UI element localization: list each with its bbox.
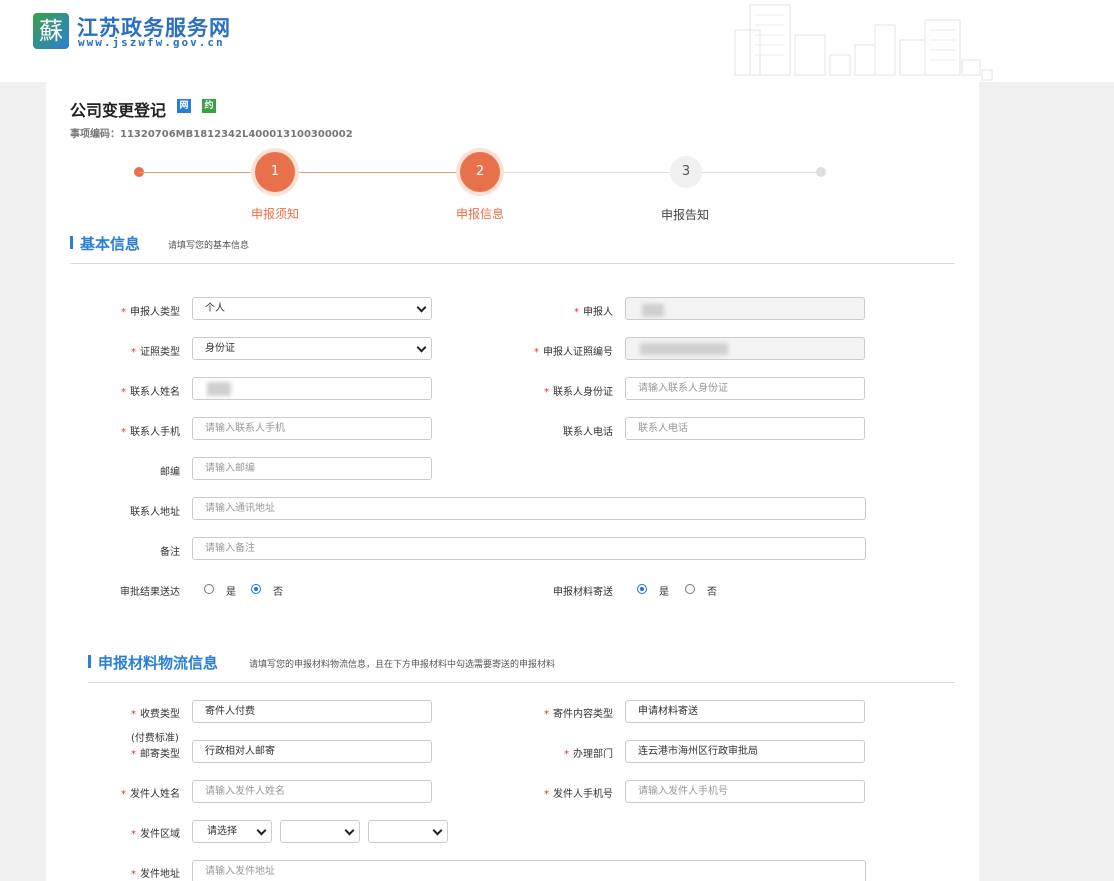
cert-type-select[interactable]: 身份证 xyxy=(192,337,432,360)
contact-mobile-input[interactable]: 请输入联系人手机 xyxy=(192,417,432,440)
sender-mobile-input[interactable]: 请输入发件人手机号 xyxy=(625,780,865,803)
step-1-label: 申报须知 xyxy=(251,207,300,221)
skyline-decoration xyxy=(734,4,993,81)
city-select[interactable] xyxy=(280,820,360,843)
content-type-label: * 寄件内容类型 xyxy=(544,709,613,720)
fee-type-input[interactable]: 寄件人付费 xyxy=(192,700,432,723)
redacted-applicant xyxy=(642,304,664,317)
basic-info-title: 基本信息 xyxy=(80,235,141,253)
contact-phone-input[interactable]: 联系人电话 xyxy=(625,417,865,440)
sender-name-label: * 发件人姓名 xyxy=(121,789,180,800)
material-mailing-no-radio[interactable] xyxy=(685,584,695,594)
result-delivery-yes-label: 是 xyxy=(226,587,236,598)
section-divider xyxy=(88,682,955,683)
fee-type-label: * 收费类型 xyxy=(131,709,180,720)
appointment-badge: 约 xyxy=(202,99,216,113)
postcode-input[interactable]: 请输入邮编 xyxy=(192,457,432,480)
applicant-label: * 申报人 xyxy=(574,307,613,318)
contact-mobile-label: * 联系人手机 xyxy=(121,427,180,438)
postcode-label: 邮编 xyxy=(160,467,180,478)
section-marker xyxy=(70,236,73,249)
online-badge: 网 xyxy=(177,99,191,113)
material-mailing-yes-radio[interactable] xyxy=(637,584,647,594)
mail-type-label: * 邮寄类型 xyxy=(131,749,180,760)
contact-id-input[interactable]: 请输入联系人身份证 xyxy=(625,377,865,400)
applicant-type-label: * 申报人类型 xyxy=(121,307,180,318)
content-type-input[interactable]: 申请材料寄送 xyxy=(625,700,865,723)
step-line-done xyxy=(139,172,480,173)
page-title: 公司变更登记 xyxy=(70,101,167,120)
logistics-title: 申报材料物流信息 xyxy=(98,654,219,672)
sender-mobile-label: * 发件人手机号 xyxy=(544,789,613,800)
contact-phone-label: 联系人电话 xyxy=(563,427,613,438)
site-header: 蘇 江苏政务服务网 www.jszwfw.gov.cn xyxy=(0,0,1114,82)
section-divider xyxy=(70,263,955,264)
remark-label: 备注 xyxy=(160,547,180,558)
material-mailing-no-label: 否 xyxy=(707,587,717,598)
logistics-hint: 请填写您的申报材料物流信息，且在下方申报材料中勾选需要寄送的申报材料 xyxy=(249,660,556,670)
step-end-dot xyxy=(816,167,826,177)
material-mailing-yes-label: 是 xyxy=(659,587,669,598)
step-1-circle: 1 xyxy=(255,152,295,192)
sender-address-label: * 发件地址 xyxy=(131,869,180,880)
material-mailing-label: 申报材料寄送 xyxy=(553,587,613,598)
dept-label: * 办理部门 xyxy=(564,749,613,760)
result-delivery-label: 审批结果送达 xyxy=(120,587,180,598)
basic-info-hint: 请填写您的基本信息 xyxy=(168,241,250,251)
step-line-todo xyxy=(480,172,820,173)
step-2-label: 申报信息 xyxy=(456,207,505,221)
section-marker xyxy=(88,655,91,668)
result-delivery-yes-radio[interactable] xyxy=(204,584,214,594)
contact-id-label: * 联系人身份证 xyxy=(544,387,613,398)
province-select[interactable]: 请选择 xyxy=(192,820,272,843)
site-logo-icon[interactable]: 蘇 xyxy=(33,13,69,49)
fee-standard-link[interactable]: (付费标准) xyxy=(131,729,179,744)
mail-type-input[interactable]: 行政相对人邮寄 xyxy=(192,740,432,763)
sender-name-input[interactable]: 请输入发件人姓名 xyxy=(192,780,432,803)
site-url: www.jszwfw.gov.cn xyxy=(78,36,225,49)
cert-no-label: * 申报人证照编号 xyxy=(534,347,613,358)
step-2-circle: 2 xyxy=(460,152,500,192)
item-code: 事项编码：11320706MB1812342L400013100300002 xyxy=(70,129,353,140)
district-select[interactable] xyxy=(368,820,448,843)
sender-address-input[interactable]: 请输入发件地址 xyxy=(192,860,866,881)
remark-input[interactable]: 请输入备注 xyxy=(192,537,866,560)
address-label: 联系人地址 xyxy=(130,507,180,518)
redacted-cert-no xyxy=(640,343,728,355)
address-input[interactable]: 请输入通讯地址 xyxy=(192,497,866,520)
result-delivery-no-label: 否 xyxy=(273,587,283,598)
redacted-contact-name xyxy=(207,382,231,396)
step-3-label: 申报告知 xyxy=(661,208,710,222)
dept-input[interactable]: 连云港市海州区行政审批局 xyxy=(625,740,865,763)
cert-type-label: * 证照类型 xyxy=(131,347,180,358)
applicant-type-select[interactable]: 个人 xyxy=(192,297,432,320)
contact-name-label: * 联系人姓名 xyxy=(121,387,180,398)
sender-area-label: * 发件区域 xyxy=(131,829,180,840)
result-delivery-no-radio[interactable] xyxy=(251,584,261,594)
step-3-circle: 3 xyxy=(670,156,702,188)
